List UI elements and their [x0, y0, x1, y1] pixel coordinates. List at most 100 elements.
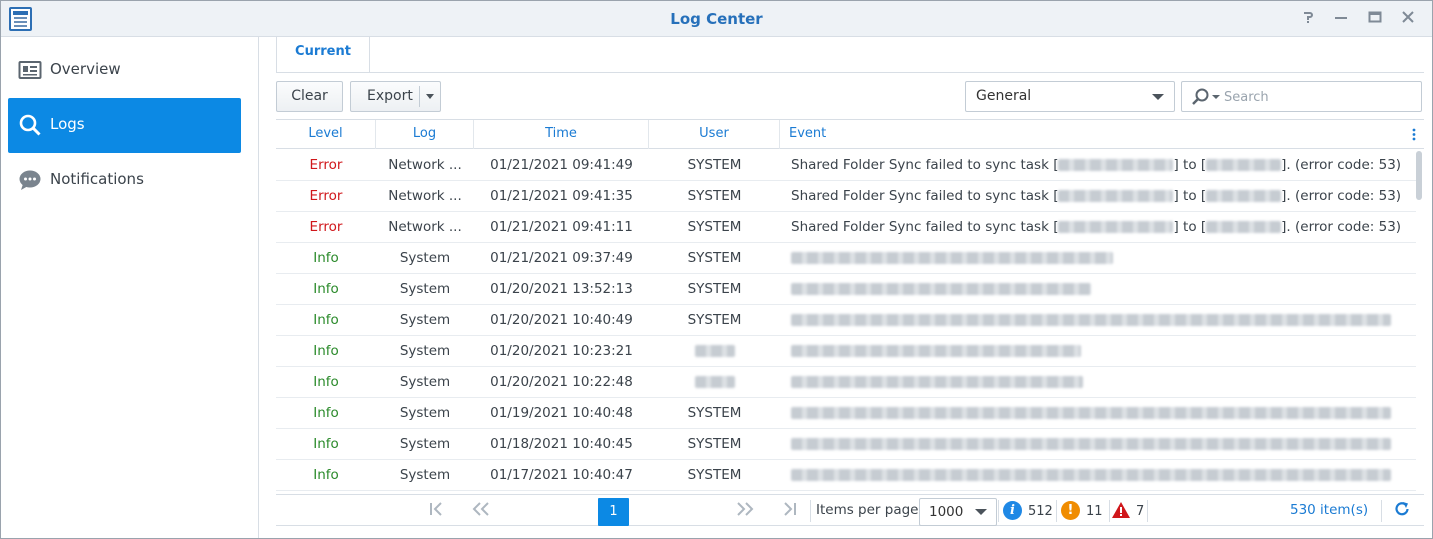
table-row[interactable]: Info System 01/17/2021 10:40:47 SYSTEM: [276, 460, 1416, 491]
previous-page-icon[interactable]: [472, 501, 490, 522]
time-cell: 01/21/2021 09:41:49: [490, 157, 633, 173]
info-count: 512: [1028, 504, 1053, 519]
maximize-icon[interactable]: [1365, 9, 1385, 29]
close-icon[interactable]: [1398, 9, 1418, 29]
event-cell: Shared Folder Sync failed to sync task […: [791, 157, 1402, 173]
export-button[interactable]: Export: [350, 81, 441, 112]
minimize-icon[interactable]: [1331, 9, 1351, 29]
vertical-scrollbar[interactable]: [1414, 149, 1424, 494]
tab-bar: Current: [276, 37, 1424, 73]
items-per-page-value: 1000: [929, 504, 964, 520]
log-cell: System: [399, 250, 451, 266]
time-cell: 01/20/2021 10:40:49: [490, 312, 633, 328]
search-input[interactable]: [1224, 87, 1414, 107]
info-icon: i: [1003, 501, 1022, 520]
level-cell: Info: [313, 405, 339, 421]
table-row[interactable]: Info System 01/20/2021 10:22:48: [276, 367, 1416, 398]
table-row[interactable]: Info System 01/20/2021 13:52:13 SYSTEM: [276, 274, 1416, 305]
log-type-select[interactable]: General: [965, 81, 1175, 112]
time-cell: 01/21/2021 09:41:11: [490, 219, 633, 235]
user-cell: SYSTEM: [687, 219, 742, 235]
title-bar: Log Center: [1, 1, 1432, 37]
column-menu-icon[interactable]: [1412, 128, 1416, 141]
search-icon[interactable]: [1191, 88, 1221, 110]
sidebar-item-label: Logs: [50, 115, 85, 133]
table-row[interactable]: Error Network ... 01/21/2021 09:41:35 SY…: [276, 181, 1416, 212]
time-cell: 01/17/2021 10:40:47: [490, 467, 633, 483]
level-cell: Error: [309, 219, 343, 235]
log-cell: Network ...: [388, 219, 462, 235]
help-icon[interactable]: [1298, 9, 1318, 29]
event-cell-redacted: [780, 398, 1410, 428]
warning-count: 11: [1086, 504, 1103, 519]
sidebar-item-label: Notifications: [50, 170, 144, 188]
log-cell: System: [399, 343, 451, 359]
log-cell: Network ...: [388, 157, 462, 173]
user-cell: SYSTEM: [687, 405, 742, 421]
items-per-page-select[interactable]: 1000: [919, 498, 997, 526]
time-cell: 01/20/2021 10:23:21: [490, 343, 633, 359]
event-cell-redacted: [780, 429, 1410, 459]
time-cell: 01/21/2021 09:37:49: [490, 250, 633, 266]
table-row[interactable]: Error Network ... 01/21/2021 09:41:11 SY…: [276, 212, 1416, 243]
export-button-label: Export: [367, 88, 413, 104]
search-box[interactable]: [1181, 81, 1422, 112]
level-cell: Error: [309, 188, 343, 204]
column-header-level[interactable]: Level: [276, 120, 376, 149]
column-header-log[interactable]: Log: [376, 120, 474, 149]
last-page-icon[interactable]: [782, 501, 798, 522]
warning-icon: !: [1061, 501, 1080, 520]
speech-bubble-icon: [18, 168, 42, 192]
error-count: 7: [1136, 504, 1145, 519]
event-cell-redacted: [780, 305, 1410, 335]
table-row[interactable]: Info System 01/21/2021 09:37:49 SYSTEM: [276, 243, 1416, 274]
page-number-current[interactable]: 1: [598, 498, 629, 526]
search-icon: [18, 113, 42, 137]
tab-current[interactable]: Current: [276, 37, 370, 73]
user-cell-redacted: [649, 367, 780, 397]
sidebar-item-logs[interactable]: Logs: [8, 98, 241, 153]
level-cell: Info: [313, 467, 339, 483]
clear-button[interactable]: Clear: [276, 81, 343, 112]
chevron-down-icon[interactable]: [426, 94, 434, 99]
first-page-icon[interactable]: [428, 501, 444, 522]
scrollbar-thumb[interactable]: [1416, 151, 1422, 200]
level-cell: Error: [309, 157, 343, 173]
column-header-event[interactable]: Event: [780, 120, 1405, 149]
level-cell: Info: [313, 250, 339, 266]
level-cell: Info: [313, 312, 339, 328]
time-cell: 01/18/2021 10:40:45: [490, 436, 633, 452]
main-panel: Current Clear Export General Level Log: [260, 37, 1432, 538]
column-header-time[interactable]: Time: [474, 120, 649, 149]
time-cell: 01/20/2021 13:52:13: [490, 281, 633, 297]
level-cell: Info: [313, 281, 339, 297]
log-cell: System: [399, 436, 451, 452]
overview-icon: [18, 58, 42, 82]
user-cell: SYSTEM: [687, 281, 742, 297]
log-cell: System: [399, 281, 451, 297]
refresh-icon[interactable]: [1393, 500, 1413, 520]
log-cell: Network ...: [388, 188, 462, 204]
table-row[interactable]: Info System 01/20/2021 10:23:21: [276, 336, 1416, 367]
total-items: 530 item(s): [1290, 502, 1369, 518]
sidebar-item-overview[interactable]: Overview: [8, 43, 241, 98]
log-table: Level Log Time User Event Error Network …: [276, 119, 1424, 494]
event-cell: Shared Folder Sync failed to sync task […: [791, 219, 1402, 235]
table-row[interactable]: Info System 01/18/2021 10:40:45 SYSTEM: [276, 429, 1416, 460]
table-row[interactable]: Info System 01/20/2021 10:40:49 SYSTEM: [276, 305, 1416, 336]
sidebar-item-notifications[interactable]: Notifications: [8, 153, 241, 208]
sidebar-item-label: Overview: [50, 60, 121, 78]
error-icon: [1111, 501, 1131, 523]
event-cell-redacted: [780, 243, 1410, 273]
log-cell: System: [399, 467, 451, 483]
user-cell: SYSTEM: [687, 250, 742, 266]
table-row[interactable]: Info System 01/19/2021 10:40:48 SYSTEM: [276, 398, 1416, 429]
clear-button-label: Clear: [291, 88, 328, 104]
column-header-user[interactable]: User: [649, 120, 780, 149]
chevron-down-icon: [1152, 94, 1164, 100]
window-title: Log Center: [670, 10, 763, 28]
user-cell: SYSTEM: [687, 436, 742, 452]
table-row[interactable]: Error Network ... 01/21/2021 09:41:49 SY…: [276, 150, 1416, 181]
log-cell: System: [399, 374, 451, 390]
next-page-icon[interactable]: [736, 501, 754, 522]
